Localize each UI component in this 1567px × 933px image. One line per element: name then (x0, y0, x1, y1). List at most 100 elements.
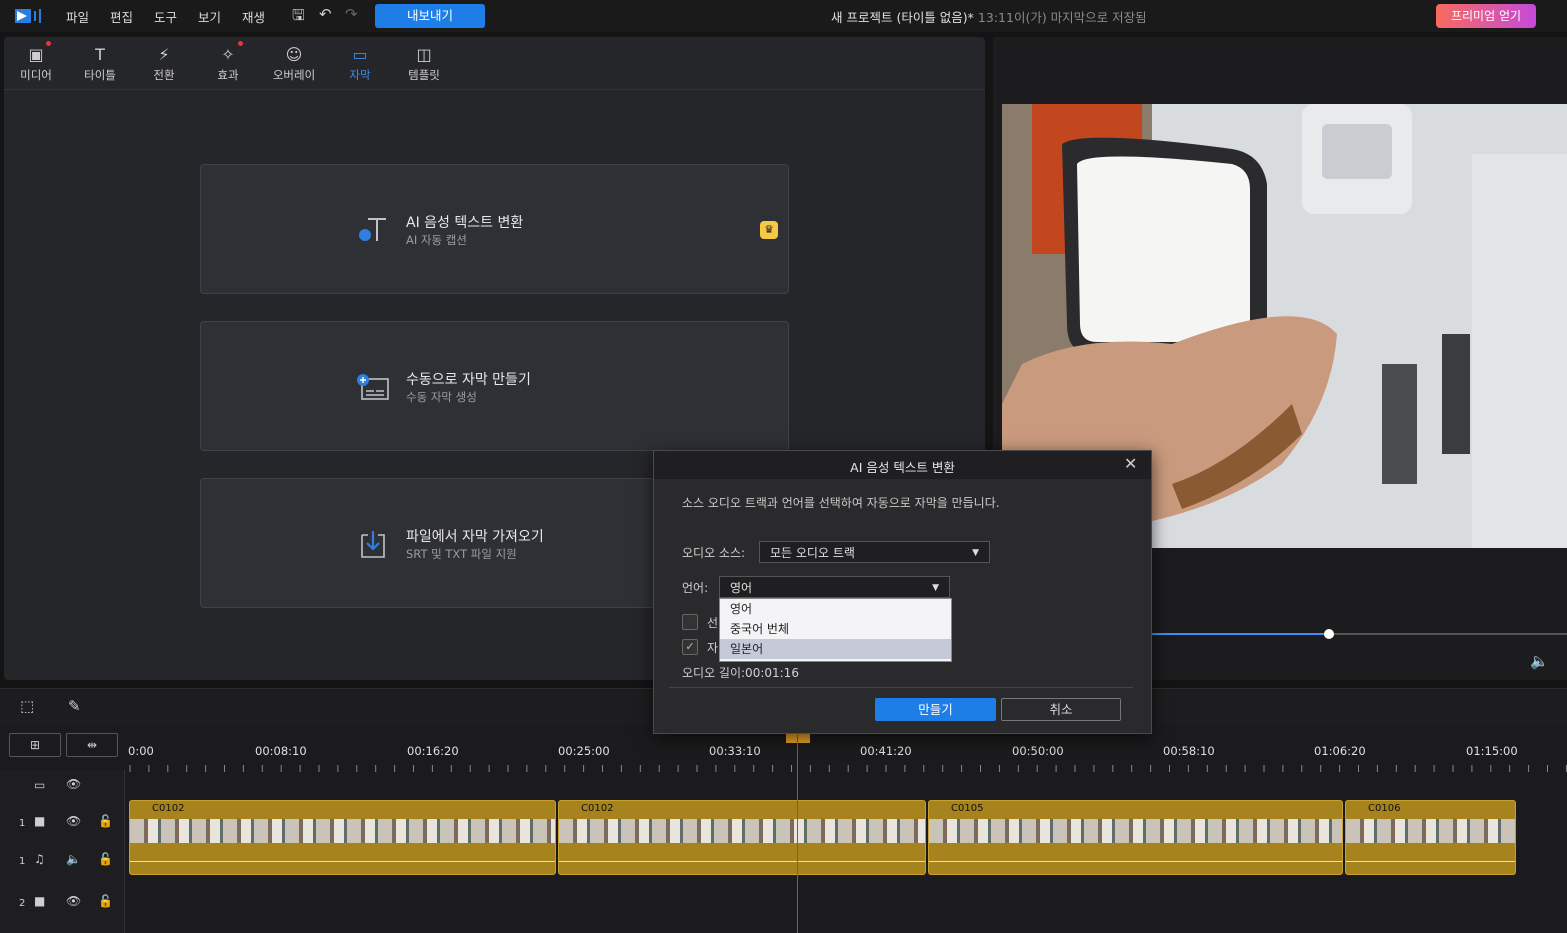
ruler-label: 00:16:20 (407, 744, 459, 758)
fit-timeline-button[interactable]: ⇹ (66, 733, 118, 757)
track-number: 1 (19, 818, 26, 829)
timeline-clip[interactable]: C0102 (129, 800, 556, 875)
save-icon[interactable]: 🖫 (292, 5, 305, 30)
seek-handle[interactable] (1324, 629, 1334, 639)
tab-label: 자막 (349, 68, 371, 82)
checkbox-2[interactable]: ✓ (682, 639, 698, 655)
pen-tool-icon[interactable]: ✎ (68, 697, 81, 715)
card-ai-speech-to-text[interactable]: AI 음성 텍스트 변환 AI 자동 캡션 ♛ (200, 164, 789, 294)
tab-label: 타이틀 (84, 68, 116, 82)
eye-icon[interactable]: 👁 (66, 777, 81, 791)
crown-icon: ♛ (760, 221, 778, 239)
card-subtitle: SRT 및 TXT 파일 지원 (406, 547, 517, 561)
eye-icon[interactable]: 👁 (66, 894, 81, 908)
clip-waveform (929, 861, 1342, 862)
clip-waveform (559, 861, 925, 862)
language-select[interactable]: 영어 ▼ (719, 576, 950, 598)
clip-thumbnails (559, 819, 925, 843)
ruler-label: 0:00 (128, 744, 154, 758)
overlay-icon: ☺ (285, 45, 303, 64)
export-button[interactable]: 내보내기 (375, 4, 485, 28)
dropdown-arrow-icon: ▼ (932, 583, 939, 593)
card-subtitle: 수동 자막 생성 (406, 390, 477, 404)
ruler-label: 01:06:20 (1314, 744, 1366, 758)
dialog-divider (669, 687, 1133, 688)
redo-icon[interactable]: ↷ (345, 5, 358, 23)
timeline-clip[interactable]: C0105 (928, 800, 1343, 875)
lock-icon[interactable]: 🔓 (98, 852, 113, 866)
language-option[interactable]: 일본어 (720, 639, 951, 659)
clip-name: C0102 (581, 803, 614, 814)
audio-duration: 오디오 길이:00:01:16 (682, 666, 799, 680)
tab-overlay[interactable]: ☺ 오버레이 (265, 37, 323, 89)
lock-icon[interactable]: 🔓 (98, 894, 113, 908)
undo-icon[interactable]: ↶ (319, 5, 332, 23)
seek-bar-progress (1150, 633, 1330, 635)
menu-edit[interactable]: 편집 (110, 7, 133, 26)
language-value: 영어 (730, 581, 753, 595)
import-file-icon (356, 527, 390, 561)
tab-title[interactable]: T 타이틀 (71, 37, 129, 89)
tab-label: 오버레이 (272, 68, 316, 82)
tab-subtitles[interactable]: ▭ 자막 (331, 37, 389, 89)
media-icon: ▣ (28, 45, 44, 64)
track-number: 2 (19, 898, 26, 909)
audio-source-label: 오디오 소스: (682, 546, 746, 560)
clip-waveform (1346, 861, 1515, 862)
tab-label: 전환 (153, 68, 175, 82)
language-dropdown-list: 영어 중국어 번체 일본어 (719, 598, 952, 662)
close-icon[interactable]: ✕ (1124, 454, 1137, 473)
menu-file[interactable]: 파일 (66, 7, 89, 26)
subtitle-track-icon: ▭ (34, 778, 46, 792)
playhead[interactable] (797, 735, 798, 933)
premium-button[interactable]: 프리미엄 얻기 (1436, 4, 1536, 28)
video-track-icon: ■ (34, 894, 46, 908)
tab-transition[interactable]: ⚡ 전환 (135, 37, 193, 89)
ruler-label: 00:58:10 (1163, 744, 1215, 758)
audio-track-icon: ♫ (34, 852, 45, 866)
cancel-button[interactable]: 취소 (1001, 698, 1121, 721)
timeline-clip[interactable]: C0106 (1345, 800, 1516, 875)
menu-view[interactable]: 보기 (198, 7, 221, 26)
clip-thumbnails (929, 819, 1342, 843)
last-saved-text: 13:11이(가) 마지막으로 저장됨 (977, 10, 1147, 25)
card-title: 수동으로 자막 만들기 (406, 372, 531, 388)
tab-media[interactable]: ▣ 미디어 (7, 37, 65, 89)
speaker-icon[interactable]: 🔈 (66, 852, 81, 866)
video-track-icon: ■ (34, 814, 46, 828)
add-track-button[interactable]: ⊞ (9, 733, 61, 757)
clip-name: C0105 (951, 803, 984, 814)
ruler-label: 00:08:10 (255, 744, 307, 758)
clip-name: C0106 (1368, 803, 1401, 814)
card-title: AI 음성 텍스트 변환 (406, 215, 524, 231)
dialog-title: AI 음성 텍스트 변환 (850, 460, 955, 475)
tab-label: 템플릿 (408, 68, 440, 82)
ai-caption-icon (356, 213, 390, 247)
timeline-clip[interactable]: C0102 (558, 800, 926, 875)
ruler-label: 00:25:00 (558, 744, 610, 758)
tab-effects[interactable]: ✧ 효과 (199, 37, 257, 89)
ruler-label: 00:50:00 (1012, 744, 1064, 758)
select-tool-icon[interactable]: ⬚ (20, 697, 34, 715)
menu-tools[interactable]: 도구 (154, 7, 177, 26)
library-tabs: ▣ 미디어 T 타이틀 ⚡ 전환 ✧ 효과 ☺ 오버레이 ▭ 자막 ◫ 템플릿 (4, 37, 985, 90)
volume-icon[interactable]: 🔈 (1530, 652, 1549, 670)
lock-icon[interactable]: 🔓 (98, 814, 113, 828)
checkbox-1-label: 선 (707, 616, 719, 630)
ruler-label: 01:15:00 (1466, 744, 1518, 758)
language-option[interactable]: 영어 (720, 599, 951, 619)
playhead-handle[interactable] (786, 733, 810, 743)
checkbox-2-label: 자 (707, 641, 719, 655)
menu-play[interactable]: 재생 (242, 7, 265, 26)
tab-template[interactable]: ◫ 템플릿 (395, 37, 453, 89)
create-button[interactable]: 만들기 (875, 698, 996, 721)
project-name: 새 프로젝트 (타이틀 없음)* (831, 10, 974, 25)
clip-thumbnails (130, 819, 555, 843)
card-manual-subtitles[interactable]: 수동으로 자막 만들기 수동 자막 생성 (200, 321, 789, 451)
eye-icon[interactable]: 👁 (66, 814, 81, 828)
card-title: 파일에서 자막 가져오기 (406, 529, 544, 545)
title-icon: T (95, 45, 105, 64)
checkbox-1[interactable] (682, 614, 698, 630)
audio-source-select[interactable]: 모든 오디오 트랙 ▼ (759, 541, 990, 563)
language-option[interactable]: 중국어 번체 (720, 619, 951, 639)
